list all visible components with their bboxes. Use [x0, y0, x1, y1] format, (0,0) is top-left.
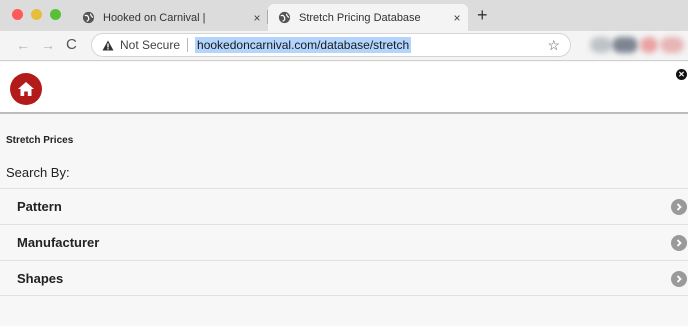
search-by-label: Search By:	[6, 165, 70, 180]
tab-stretch-pricing-database[interactable]: Stretch Pricing Database ×	[268, 4, 468, 31]
menu-item-label: Shapes	[17, 270, 64, 286]
back-button[interactable]: ←	[16, 37, 30, 53]
url-text[interactable]: hookedoncarnival.com/database/stretch	[195, 37, 412, 53]
warning-icon	[102, 40, 114, 50]
extension-icon[interactable]	[590, 37, 612, 53]
chevron-right-icon	[671, 271, 687, 287]
globe-icon	[278, 11, 291, 24]
chevron-right-icon	[671, 235, 687, 251]
menu-item-pattern[interactable]: Pattern	[0, 188, 688, 224]
menu-item-label: Pattern	[17, 199, 62, 214]
bookmark-star-icon[interactable]: ☆	[547, 37, 560, 54]
minimize-window-button[interactable]	[31, 9, 42, 20]
forward-button[interactable]: →	[41, 37, 55, 53]
menu-item-manufacturer[interactable]: Manufacturer	[0, 224, 688, 260]
page-header: ✕	[0, 62, 688, 114]
address-divider	[187, 38, 189, 52]
close-window-button[interactable]	[12, 9, 23, 20]
security-status[interactable]: Not Secure	[120, 38, 180, 52]
home-button[interactable]	[10, 73, 42, 105]
tab-close-icon[interactable]: ×	[446, 11, 468, 25]
new-tab-button[interactable]: +	[477, 5, 488, 25]
tab-title: Stretch Pricing Database	[299, 11, 421, 24]
address-bar[interactable]: Not Secure hookedoncarnival.com/database…	[91, 33, 571, 57]
chevron-right-icon	[671, 199, 687, 215]
browser-tab-strip: Hooked on Carnival | × Stretch Pricing D…	[0, 0, 688, 31]
menu-item-shapes[interactable]: Shapes	[0, 260, 688, 296]
menu-item-label: Manufacturer	[17, 235, 100, 250]
profile-avatar[interactable]	[660, 37, 684, 53]
close-icon[interactable]: ✕	[676, 69, 687, 80]
home-icon	[18, 82, 34, 96]
reload-button[interactable]: C	[66, 37, 77, 53]
tab-close-icon[interactable]: ×	[246, 11, 268, 25]
extension-icon[interactable]	[640, 37, 658, 53]
tab-hooked-on-carnival[interactable]: Hooked on Carnival | ×	[72, 4, 268, 31]
maximize-window-button[interactable]	[50, 9, 61, 20]
browser-toolbar: ← → C Not Secure hookedoncarnival.com/da…	[0, 31, 688, 61]
page-title: Stretch Prices	[6, 135, 74, 146]
globe-icon	[82, 11, 95, 24]
tab-title: Hooked on Carnival |	[103, 11, 206, 24]
page-content: Stretch Prices Search By: Pattern Manufa…	[0, 116, 688, 326]
search-menu: Pattern Manufacturer Shapes	[0, 188, 688, 296]
extension-icon[interactable]	[612, 37, 638, 53]
